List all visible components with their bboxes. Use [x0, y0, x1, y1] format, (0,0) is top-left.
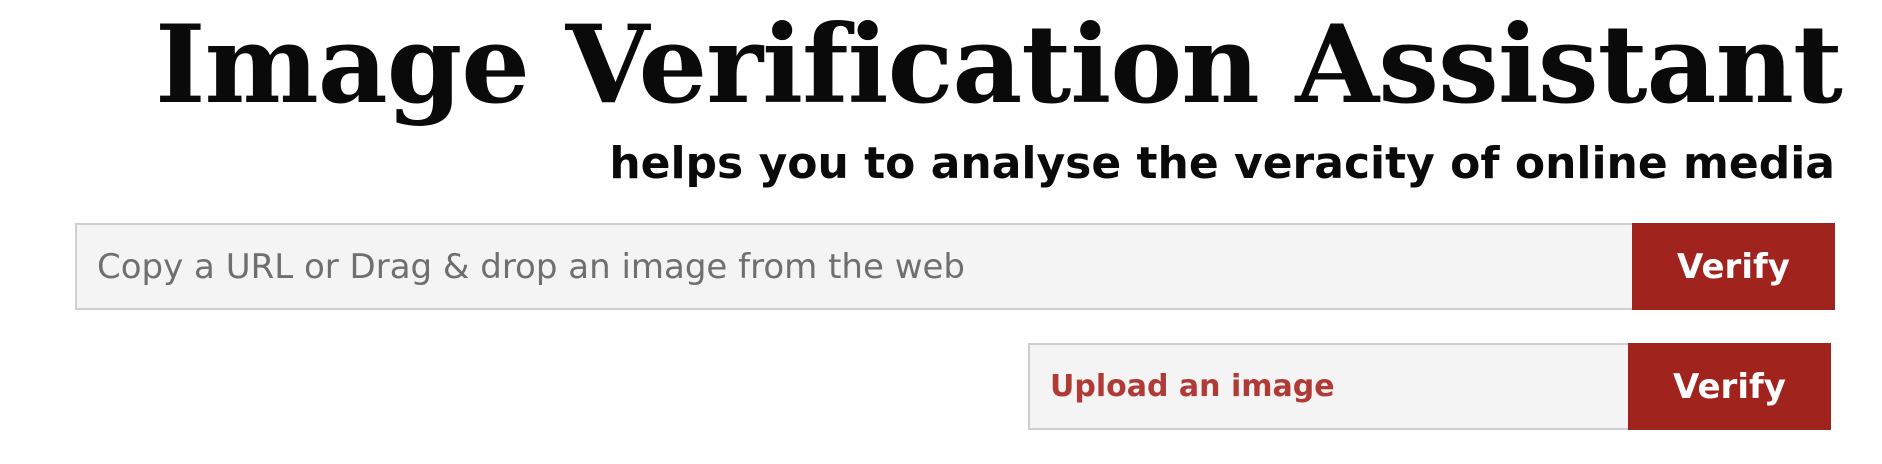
- verify-url-button[interactable]: Verify: [1632, 223, 1835, 310]
- url-input[interactable]: [75, 223, 1632, 310]
- upload-image-field[interactable]: Upload an image: [1028, 343, 1628, 430]
- page-subtitle: helps you to analyse the veracity of onl…: [609, 138, 1835, 189]
- url-verify-form: Verify: [75, 223, 1835, 310]
- page-title: Image Verification Assistant: [155, 2, 1843, 128]
- upload-image-label: Upload an image: [1050, 369, 1335, 404]
- upload-verify-form: Upload an image Verify: [1028, 343, 1831, 430]
- verify-upload-button[interactable]: Verify: [1628, 343, 1831, 430]
